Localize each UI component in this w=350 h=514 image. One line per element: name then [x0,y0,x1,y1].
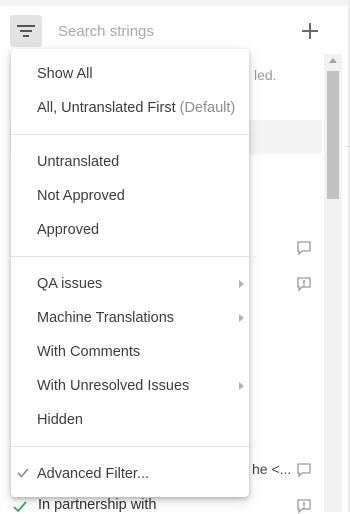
menu-item-label: All, Untranslated First (Default) [37,100,235,116]
default-suffix: (Default) [179,100,236,116]
filter-lines-icon [17,25,35,37]
menu-item-hidden[interactable]: Hidden [11,403,249,437]
issue-comment-icon [297,277,311,292]
submenu-arrow-icon [239,314,244,322]
menu-item-qa-issues[interactable]: QA issues [11,267,249,301]
search-strings-input[interactable] [56,19,280,43]
menu-item-label: Machine Translations [37,310,175,326]
scroll-thumb[interactable] [327,71,339,199]
string-row-text: he <... [252,461,292,477]
filter-dropdown-menu: Show All All, Untranslated First (Default… [11,49,249,497]
panel-divider-tick [345,146,350,147]
menu-item-label: Show All [37,66,93,82]
editor-header [0,6,350,54]
menu-item-label: Not Approved [37,188,125,204]
add-string-button[interactable] [298,19,322,43]
list-scrollbar[interactable] [324,54,342,512]
scroll-up-arrow-icon[interactable] [329,58,337,63]
approved-check-icon [13,501,27,513]
comment-icon [297,241,311,256]
submenu-arrow-icon [239,280,244,288]
menu-item-machine-translations[interactable]: Machine Translations [11,301,249,335]
menu-item-show-all[interactable]: Show All [11,57,249,91]
menu-item-approved[interactable]: Approved [11,213,249,247]
menu-separator [11,134,249,135]
menu-item-label: Approved [37,222,100,238]
menu-item-not-approved[interactable]: Not Approved [11,179,249,213]
menu-item-label: With Unresolved Issues [37,378,190,394]
menu-item-all-untranslated-first[interactable]: All, Untranslated First (Default) [11,91,249,125]
string-row-text: In partnership with [38,497,157,513]
menu-item-with-comments[interactable]: With Comments [11,335,249,369]
menu-item-label: Untranslated [37,154,120,170]
check-icon [17,468,29,478]
comment-icon [297,463,311,478]
menu-item-advanced-filter[interactable]: Advanced Filter... [11,457,249,491]
plus-icon [302,23,318,39]
list-hint-text: led. [254,67,277,83]
menu-item-label: With Comments [37,344,141,360]
menu-separator [11,446,249,447]
menu-item-label: QA issues [37,276,103,292]
menu-separator [11,256,249,257]
filter-button[interactable] [10,15,42,47]
menu-item-label: Advanced Filter... [37,466,150,482]
submenu-arrow-icon [239,382,244,390]
menu-item-untranslated[interactable]: Untranslated [11,145,249,179]
menu-item-text: All, Untranslated First [37,100,176,116]
menu-item-label: Hidden [37,412,83,428]
menu-item-with-unresolved-issues[interactable]: With Unresolved Issues [11,369,249,403]
